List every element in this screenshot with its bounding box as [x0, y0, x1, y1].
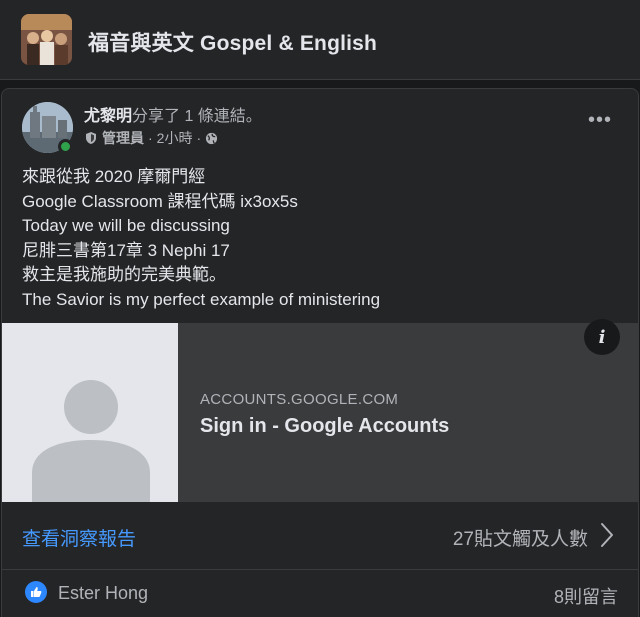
globe-icon[interactable]: [205, 132, 218, 145]
link-domain: ACCOUNTS.GOOGLE.COM: [200, 391, 399, 408]
group-header: 福音與英文 Gospel & English: [0, 0, 640, 80]
group-thumbnail[interactable]: [21, 14, 72, 65]
post-line: The Savior is my perfect example of mini…: [22, 289, 381, 309]
link-preview-card[interactable]: ACCOUNTS.GOOGLE.COM Sign in - Google Acc…: [2, 323, 638, 502]
admin-shield-icon: [86, 132, 96, 144]
group-title[interactable]: 福音與英文 Gospel & English: [88, 27, 377, 57]
post-action-text: 分享了 1 條連結。: [132, 108, 262, 125]
post-line: Today we will be discussing: [22, 216, 230, 235]
more-options-button[interactable]: •••: [588, 109, 612, 132]
insights-row: 查看洞察報告 27貼文觸及人數: [2, 502, 638, 570]
meta-separator-2: ·: [196, 130, 202, 146]
post-line: 救主是我施助的完美典範。: [22, 265, 226, 284]
post-line: 尼腓三書第17章 3 Nephi 17: [22, 240, 230, 260]
link-title[interactable]: Sign in - Google Accounts: [200, 415, 449, 438]
author-role: 管理員: [102, 130, 144, 146]
like-icon[interactable]: [25, 581, 47, 603]
post-meta: 管理員 · 2小時 ·: [84, 128, 218, 148]
post-body: 來跟從我 2020 摩爾門經 Google Classroom 課程代碼 ix3…: [22, 165, 380, 312]
thumbs-up-icon: [31, 587, 42, 597]
post-header-line: 尤黎明分享了 1 條連結。: [84, 102, 262, 126]
chevron-right-icon[interactable]: [600, 522, 614, 548]
reactions-row: Ester Hong 8則留言: [2, 570, 638, 617]
post-timestamp[interactable]: 2小時: [157, 128, 193, 148]
link-info: ACCOUNTS.GOOGLE.COM Sign in - Google Acc…: [178, 323, 638, 502]
post-reach-count[interactable]: 27貼文觸及人數: [453, 524, 588, 551]
info-button[interactable]: i: [584, 319, 620, 355]
post-line: 來跟從我 2020 摩爾門經: [22, 167, 206, 186]
group-photo-icon: [21, 14, 72, 65]
default-profile-silhouette-icon: [2, 323, 178, 502]
post-card: 尤黎明分享了 1 條連結。 管理員 · 2小時 · ••• 來跟從我 2020 …: [1, 88, 639, 617]
author-name[interactable]: 尤黎明: [84, 108, 132, 125]
reactor-name[interactable]: Ester Hong: [58, 583, 148, 604]
online-status-indicator: [58, 139, 73, 154]
link-thumbnail: [2, 323, 178, 502]
view-insights-link[interactable]: 查看洞察報告: [22, 524, 136, 551]
meta-separator: ·: [148, 130, 153, 146]
comment-count[interactable]: 8則留言: [554, 583, 618, 609]
post-line: Google Classroom 課程代碼 ix3ox5s: [22, 191, 298, 211]
